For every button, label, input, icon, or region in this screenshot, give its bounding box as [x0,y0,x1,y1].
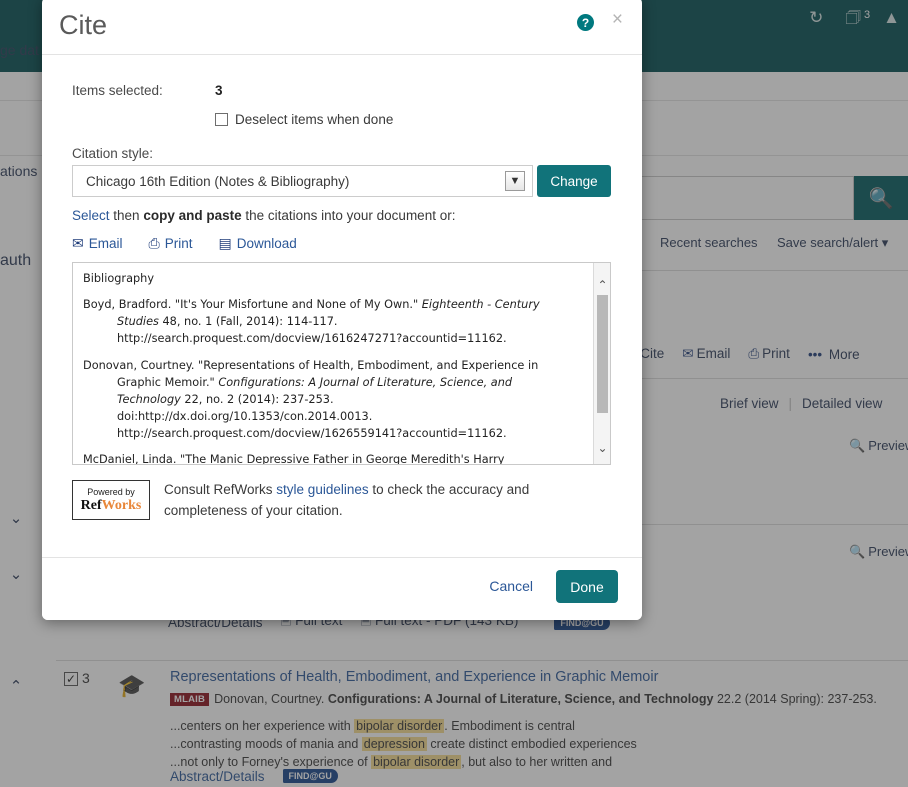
printer-icon: ⎙ [148,235,160,251]
refworks-wordmark: RefWorks [80,497,142,513]
deselect-checkbox[interactable] [215,113,228,126]
entry-doi: doi:http://dx.doi.org/10.1353/con.2014.0… [117,410,373,424]
cite-actions: ✉ Email ⎙ Print ▤ Download [72,235,297,252]
download-label: Download [236,236,297,251]
chevron-down-icon[interactable]: ▼ [505,171,525,191]
print-button[interactable]: ⎙ Print [149,235,193,252]
scrollbar-thumb[interactable] [597,295,608,413]
refworks-logo: Powered by RefWorks [72,480,150,520]
instruction-then: then [109,208,144,223]
select-link[interactable]: Select [72,208,110,223]
citation-style-select[interactable]: Chicago 16th Edition (Notes & Bibliograp… [72,165,533,197]
items-selected-count: 3 [215,83,223,98]
refworks-works: Works [101,497,142,513]
deselect-label: Deselect items when done [235,112,394,127]
bibliography-text[interactable]: Bibliography Boyd, Bradford. "It's Your … [73,263,592,464]
entry-italic: Technology [117,392,181,406]
bibliography-entry: McDaniel, Linda. "The Manic Depressive F… [83,451,584,465]
style-guidelines-link[interactable]: style guidelines [276,482,368,497]
entry-cont: Technology 22, no. 2 (2014): 237-253. [83,391,584,408]
instruction-rest: the citations into your document or: [241,208,456,223]
refworks-row: Powered by RefWorks Consult RefWorks sty… [72,480,564,522]
print-label: Print [164,236,193,251]
deselect-items-row[interactable]: Deselect items when done [215,112,393,127]
download-button[interactable]: ▤ Download [218,235,296,252]
powered-by-label: Powered by [87,486,135,497]
items-selected-label: Items selected: [72,83,163,98]
instruction-text: Select then copy and paste the citations… [72,208,455,223]
entry-url: http://search.proquest.com/docview/16265… [117,427,507,441]
entry-text: Graphic Memoir." [117,375,219,389]
entry-text: McDaniel, Linda. "The Manic Depressive F… [83,453,505,465]
entry-italic: Eighteenth - Century [421,298,540,312]
entry-text: Boyd, Bradford. "It's Your Misfortune an… [83,298,422,312]
entry-cont: Studies 48, no. 1 (Fall, 2014): 114-117. [83,313,584,330]
envelope-icon: ✉ [72,235,84,251]
done-button[interactable]: Done [556,570,618,603]
scroll-down-icon[interactable]: ⌄ [594,439,610,456]
citation-style-value: Chicago 16th Edition (Notes & Bibliograp… [86,173,350,189]
entry-text: Donovan, Courtney. "Representations of H… [83,358,539,372]
dialog-header: Cite ? × [42,0,642,55]
download-icon: ▤ [218,235,232,251]
email-label: Email [88,236,123,251]
help-icon[interactable]: ? [577,14,594,31]
entry-italic: Studies [117,315,159,329]
entry-italic: Configurations: A Journal of Literature,… [218,375,513,389]
bibliography-heading: Bibliography [83,272,155,285]
refworks-text-pre: Consult RefWorks [164,482,277,497]
change-button[interactable]: Change [537,165,611,197]
bibliography-entry: Boyd, Bradford. "It's Your Misfortune an… [83,296,584,347]
close-icon[interactable]: × [612,10,623,29]
scroll-up-icon[interactable]: ⌃ [594,276,610,293]
refworks-ref: Ref [80,497,102,513]
bibliography-entry: Donovan, Courtney. "Representations of H… [83,357,584,443]
entry-url: http://search.proquest.com/docview/16162… [117,332,507,346]
dialog-title: Cite [59,10,108,40]
email-button[interactable]: ✉ Email [72,235,123,252]
entry-text: 22, no. 2 (2014): 237-253. [180,392,334,406]
instruction-copy-paste: copy and paste [143,208,242,223]
entry-cont: Graphic Memoir." Configurations: A Journ… [83,374,584,391]
dialog-footer: Cancel Done [42,557,642,620]
refworks-text: Consult RefWorks style guidelines to che… [164,480,564,522]
cite-dialog: Cite ? × Items selected: 3 Deselect item… [42,0,642,620]
entry-text: 48, no. 1 (Fall, 2014): 114-117. [158,315,338,329]
bibliography-pane[interactable]: Bibliography Boyd, Bradford. "It's Your … [72,262,611,465]
cancel-button[interactable]: Cancel [489,578,533,594]
bibliography-scrollbar[interactable]: ⌃ ⌄ [593,263,610,464]
citation-style-label: Citation style: [72,146,154,161]
